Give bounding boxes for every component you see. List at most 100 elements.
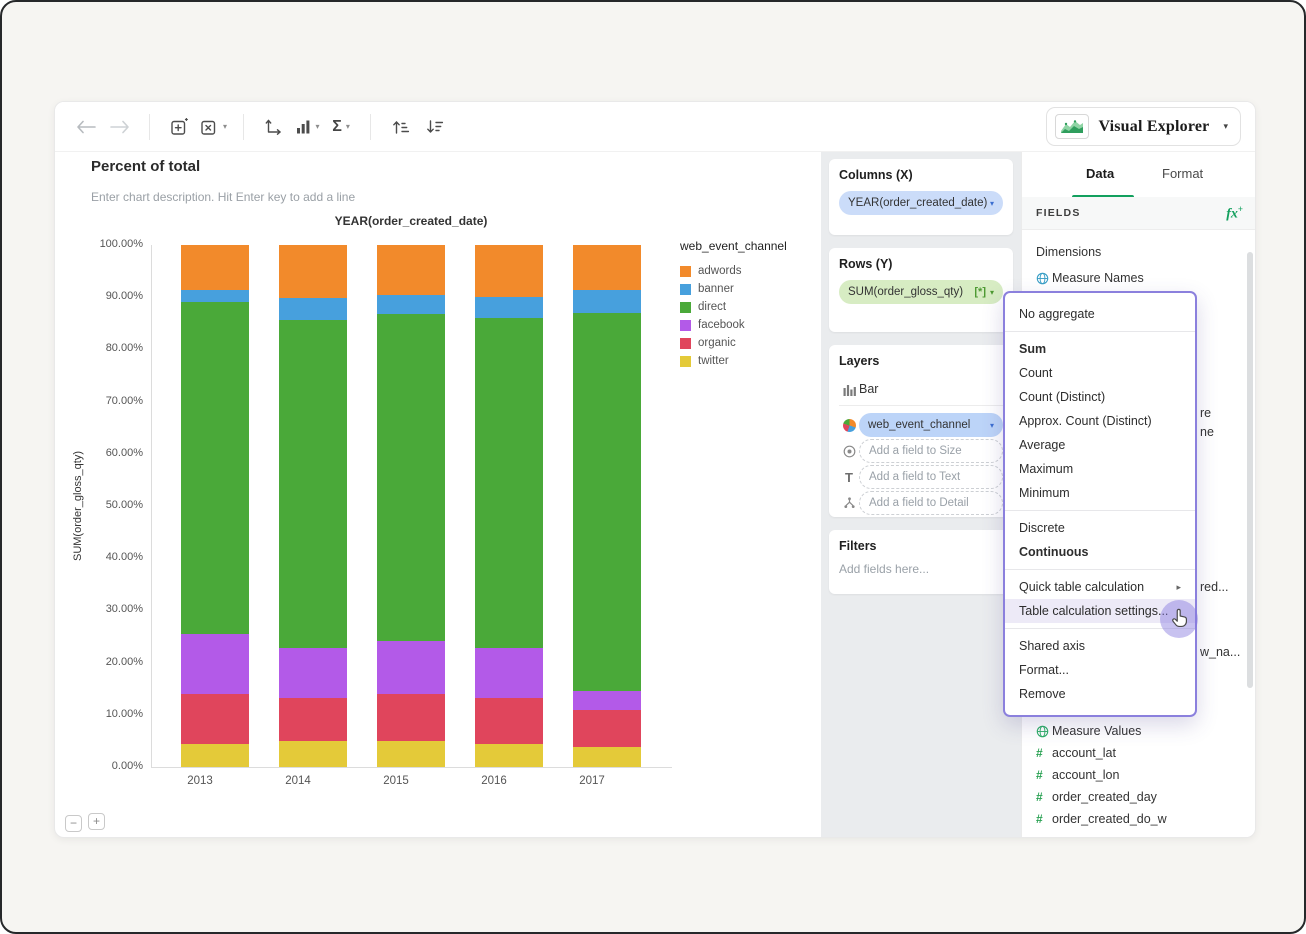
segment-facebook-2014[interactable] [279, 648, 347, 699]
bar-2015[interactable] [377, 245, 445, 767]
field-item-order-created-day[interactable]: # order_created_day [1036, 788, 1157, 806]
segment-facebook-2016[interactable] [475, 648, 543, 699]
menu-item-sum[interactable]: Sum [1005, 337, 1195, 361]
segment-organic-2016[interactable] [475, 698, 543, 745]
menu-item-minimum[interactable]: Minimum [1005, 481, 1195, 505]
segment-banner-2014[interactable] [279, 298, 347, 321]
chart-description[interactable]: Enter chart description. Hit Enter key t… [91, 190, 355, 204]
legend-item-twitter[interactable]: twitter [680, 352, 745, 370]
back-button[interactable] [73, 111, 99, 143]
tab-format[interactable]: Format [1162, 166, 1203, 181]
remove-chart-button[interactable]: ▾ [200, 111, 227, 143]
swap-axes-button[interactable] [260, 111, 286, 143]
field-item-order-created-do-w[interactable]: # order_created_do_w [1036, 810, 1167, 828]
chevron-down-icon[interactable]: ▾ [990, 288, 994, 297]
menu-item-count[interactable]: Count [1005, 361, 1195, 385]
legend-item-banner[interactable]: banner [680, 280, 745, 298]
segment-adwords-2014[interactable] [279, 245, 347, 299]
segment-organic-2017[interactable] [573, 710, 641, 748]
menu-item-label: Count [1019, 366, 1053, 380]
legend-item-facebook[interactable]: facebook [680, 316, 745, 334]
field-item-account-lon[interactable]: # account_lon [1036, 766, 1119, 784]
rows-shelf-label: Rows (Y) [839, 257, 893, 271]
segment-organic-2013[interactable] [181, 693, 249, 745]
segment-direct-2015[interactable] [377, 313, 445, 642]
columns-pill[interactable]: YEAR(order_created_date) ▾ [839, 191, 1003, 215]
segment-direct-2017[interactable] [573, 312, 641, 691]
legend-item-direct[interactable]: direct [680, 298, 745, 316]
menu-item-average[interactable]: Average [1005, 433, 1195, 457]
menu-item-label: Table calculation settings... [1019, 604, 1169, 618]
duplicate-chart-icon [170, 117, 188, 135]
field-item-measure-values[interactable]: Measure Values [1036, 722, 1141, 740]
visual-explorer-menu-button[interactable]: Visual Explorer ▾ [1046, 107, 1241, 146]
segment-adwords-2017[interactable] [573, 245, 641, 290]
add-formula-button[interactable]: fx+ [1226, 204, 1243, 223]
segment-banner-2016[interactable] [475, 297, 543, 319]
chevron-down-icon[interactable]: ▾ [990, 421, 994, 430]
segment-adwords-2016[interactable] [475, 245, 543, 298]
x-tick-label: 2017 [579, 775, 605, 787]
segment-twitter-2016[interactable] [475, 744, 543, 767]
segment-direct-2013[interactable] [181, 301, 249, 634]
zoom-in-button[interactable]: + [88, 813, 105, 830]
legend-item-organic[interactable]: organic [680, 334, 745, 352]
detail-encoding-row: Add a field to Detail [839, 490, 1003, 516]
menu-item-format-[interactable]: Format... [1005, 658, 1195, 682]
size-drop-zone[interactable]: Add a field to Size [859, 439, 1003, 463]
bar-2014[interactable] [279, 245, 347, 767]
segment-organic-2014[interactable] [279, 698, 347, 741]
segment-twitter-2015[interactable] [377, 740, 445, 767]
menu-item-table-calculation-settings-[interactable]: Table calculation settings... [1005, 599, 1195, 623]
menu-item-approx-count-distinct-[interactable]: Approx. Count (Distinct) [1005, 409, 1195, 433]
zoom-out-button[interactable]: − [65, 815, 82, 832]
aggregate-button[interactable]: Σ ▾ [328, 111, 354, 143]
segment-banner-2017[interactable] [573, 289, 641, 313]
segment-facebook-2015[interactable] [377, 641, 445, 694]
menu-item-continuous[interactable]: Continuous [1005, 540, 1195, 564]
segment-banner-2015[interactable] [377, 295, 445, 314]
segment-banner-2013[interactable] [181, 289, 249, 302]
menu-item-quick-table-calculation[interactable]: Quick table calculation ▸ [1005, 575, 1195, 599]
menu-item-maximum[interactable]: Maximum [1005, 457, 1195, 481]
layer-type-label: Bar [859, 382, 879, 396]
segment-direct-2016[interactable] [475, 318, 543, 648]
rows-pill[interactable]: SUM(order_gloss_qty) [*] ▾ [839, 280, 1003, 304]
field-item-account-lat[interactable]: # account_lat [1036, 744, 1116, 762]
forward-button[interactable] [107, 111, 133, 143]
filters-drop-zone[interactable]: Add fields here... [839, 562, 1003, 576]
legend-swatch-icon [680, 283, 691, 295]
duplicate-chart-button[interactable] [166, 111, 192, 143]
segment-twitter-2014[interactable] [279, 740, 347, 767]
text-drop-zone[interactable]: Add a field to Text [859, 465, 1003, 489]
segment-facebook-2017[interactable] [573, 690, 641, 711]
field-item-measure-names[interactable]: Measure Names [1036, 269, 1144, 287]
segment-twitter-2017[interactable] [573, 747, 641, 767]
bar-2016[interactable] [475, 245, 543, 767]
segment-twitter-2013[interactable] [181, 744, 249, 767]
segment-adwords-2015[interactable] [377, 245, 445, 296]
segment-adwords-2013[interactable] [181, 245, 249, 290]
fields-scrollbar[interactable] [1247, 252, 1253, 688]
sort-descending-button[interactable] [421, 111, 447, 143]
segment-direct-2014[interactable] [279, 320, 347, 648]
bar-2017[interactable] [573, 245, 641, 767]
color-field-pill[interactable]: web_event_channel ▾ [859, 413, 1003, 437]
chart-card-title[interactable]: Percent of total [91, 158, 200, 175]
detail-drop-zone[interactable]: Add a field to Detail [859, 491, 1003, 515]
menu-item-discrete[interactable]: Discrete [1005, 516, 1195, 540]
layer-type-row[interactable]: Bar [839, 377, 1003, 406]
segment-facebook-2013[interactable] [181, 633, 249, 694]
menu-item-remove[interactable]: Remove [1005, 682, 1195, 706]
chart-type-button[interactable]: ▾ [294, 111, 320, 143]
number-field-icon: # [1036, 812, 1043, 826]
chevron-down-icon[interactable]: ▾ [990, 199, 994, 208]
legend-item-adwords[interactable]: adwords [680, 262, 745, 280]
menu-item-count-distinct-[interactable]: Count (Distinct) [1005, 385, 1195, 409]
menu-item-no-aggregate[interactable]: No aggregate [1005, 302, 1195, 326]
sort-ascending-button[interactable] [387, 111, 413, 143]
segment-organic-2015[interactable] [377, 693, 445, 741]
tab-data[interactable]: Data [1086, 166, 1114, 181]
menu-item-shared-axis[interactable]: Shared axis [1005, 634, 1195, 658]
bar-2013[interactable] [181, 245, 249, 767]
